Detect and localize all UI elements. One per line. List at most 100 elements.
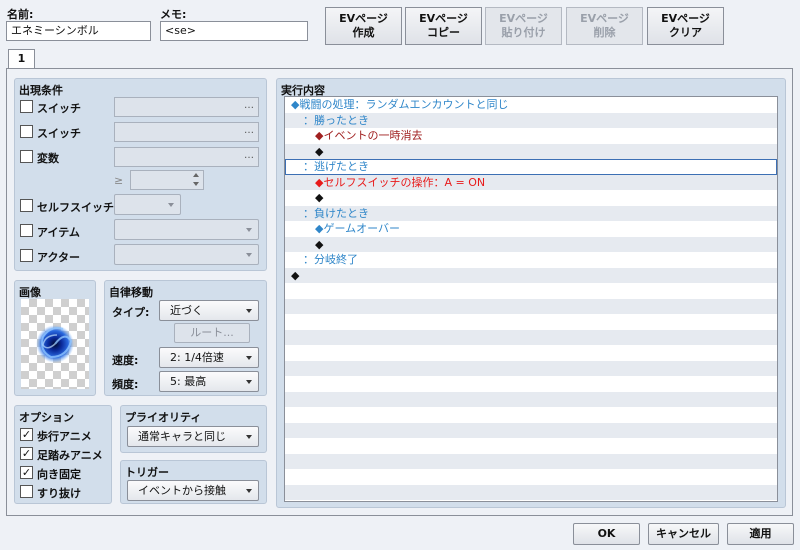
empty-row[interactable] [285, 453, 777, 469]
command-text: ：逃げたとき [303, 160, 369, 173]
frequency-select[interactable]: 5: 最高 [159, 371, 259, 392]
empty-row[interactable] [285, 407, 777, 423]
actor-select[interactable] [114, 244, 259, 265]
switch2-field[interactable]: … [114, 122, 259, 142]
chevron-down-icon [246, 356, 252, 360]
trigger-value: イベントから接触 [138, 484, 226, 497]
command-row[interactable]: ◆ゲームオーバー [285, 221, 777, 237]
option-label: すり抜け [37, 487, 81, 500]
command-text: ◆イベントの一時消去 [315, 129, 423, 142]
paste-page-button[interactable]: EVページ 貼り付け [485, 7, 562, 45]
speed-select[interactable]: 2: 1/4倍速 [159, 347, 259, 368]
create-page-button[interactable]: EVページ 作成 [325, 7, 402, 45]
variable-checkbox[interactable] [20, 150, 33, 163]
empty-row[interactable] [285, 469, 777, 485]
button-line2: コピー [427, 26, 460, 39]
variable-label: 変数 [37, 152, 59, 165]
button-line1: EVページ [419, 12, 468, 25]
chevron-down-icon [246, 489, 252, 493]
empty-row[interactable] [285, 345, 777, 361]
self-switch-checkbox[interactable] [20, 199, 33, 212]
variable-field[interactable]: … [114, 147, 259, 167]
cancel-button[interactable]: キャンセル [648, 523, 719, 545]
empty-row[interactable] [285, 391, 777, 407]
command-row[interactable]: ◆セルフスイッチの操作：A = ON [285, 174, 777, 190]
move-type-select[interactable]: 近づく [159, 300, 259, 321]
button-line1: EVページ [661, 12, 710, 25]
command-text: ◆ [315, 191, 324, 204]
command-row[interactable]: ◆ [285, 143, 777, 159]
command-text: ◆ [291, 268, 300, 282]
command-row[interactable]: ◆戦闘の処理：ランダムエンカウントと同じ [285, 97, 777, 113]
option-checkbox[interactable]: ✓ [20, 466, 33, 479]
option-checkbox[interactable]: ✓ [20, 428, 33, 441]
self-switch-select[interactable] [114, 194, 181, 215]
apply-button[interactable]: 適用 [727, 523, 794, 545]
empty-row[interactable] [285, 329, 777, 345]
speed-label: 速度: [112, 354, 139, 367]
ge-symbol: ≥ [114, 174, 124, 187]
switch1-field[interactable]: … [114, 97, 259, 117]
option-checkbox[interactable] [20, 485, 33, 498]
option-label: 向き固定 [37, 468, 81, 481]
actor-checkbox[interactable] [20, 249, 33, 262]
route-button[interactable]: ルート... [174, 323, 250, 343]
speed-value: 2: 1/4倍速 [170, 351, 224, 364]
ok-button[interactable]: OK [573, 523, 640, 545]
option-checkbox[interactable]: ✓ [20, 447, 33, 460]
item-select[interactable] [114, 219, 259, 240]
tab-page-1[interactable]: 1 [8, 49, 35, 69]
command-row[interactable]: ◆ [285, 190, 777, 206]
empty-row[interactable] [285, 422, 777, 438]
command-text: ◆ゲームオーバー [315, 222, 401, 235]
chevron-down-icon [246, 228, 252, 232]
empty-row[interactable] [285, 484, 777, 500]
memo-label: メモ: [160, 8, 187, 21]
command-row[interactable]: ：分岐終了 [285, 252, 777, 268]
button-line2: クリア [669, 26, 702, 39]
trigger-select[interactable]: イベントから接触 [127, 480, 259, 501]
variable-value-stepper[interactable] [130, 170, 204, 190]
copy-page-button[interactable]: EVページ コピー [405, 7, 482, 45]
command-row[interactable]: ◆ [285, 236, 777, 252]
command-text: ◆ [315, 237, 324, 251]
delete-page-button[interactable]: EVページ 削除 [566, 7, 643, 45]
empty-row[interactable] [285, 360, 777, 376]
button-line1: EVページ [339, 12, 388, 25]
button-line1: EVページ [580, 12, 629, 25]
name-label: 名前: [7, 8, 34, 21]
option-label: 足踏みアニメ [37, 449, 103, 462]
command-list[interactable]: ◆戦闘の処理：ランダムエンカウントと同じ ：勝ったとき ◆イベントの一時消去 ◆ ：逃げ… [284, 96, 778, 502]
command-row[interactable]: ：逃げたとき [285, 159, 777, 175]
empty-row[interactable] [285, 298, 777, 314]
button-line1: EVページ [499, 12, 548, 25]
command-row[interactable]: ◆イベントの一時消去 [285, 128, 777, 144]
command-row[interactable]: ：勝ったとき [285, 112, 777, 128]
memo-input[interactable]: <se> [160, 21, 308, 41]
option-label: 歩行アニメ [37, 430, 92, 443]
actor-label: アクター [37, 251, 81, 264]
event-image-preview[interactable] [21, 299, 89, 389]
empty-row[interactable] [285, 376, 777, 392]
item-checkbox[interactable] [20, 224, 33, 237]
switch1-checkbox[interactable] [20, 100, 33, 113]
empty-row[interactable] [285, 438, 777, 454]
empty-row[interactable] [285, 283, 777, 299]
command-row[interactable]: ◆ [285, 267, 777, 283]
command-row[interactable]: ：負けたとき [285, 205, 777, 221]
chevron-down-icon [168, 203, 174, 207]
priority-select[interactable]: 通常キャラと同じ [127, 426, 259, 447]
stepper-up-icon[interactable] [193, 173, 199, 177]
switch2-checkbox[interactable] [20, 125, 33, 138]
empty-row[interactable] [285, 314, 777, 330]
command-text: ：勝ったとき [303, 113, 369, 127]
chevron-down-icon [246, 253, 252, 257]
name-input[interactable]: エネミーシンボル [6, 21, 151, 41]
stepper-down-icon[interactable] [193, 182, 199, 186]
switch2-label: スイッチ [37, 127, 81, 140]
frequency-value: 5: 最高 [170, 375, 207, 388]
clear-page-button[interactable]: EVページ クリア [647, 7, 724, 45]
command-text: ：負けたとき [303, 206, 369, 220]
trigger-title: トリガー [125, 466, 169, 479]
button-line2: 削除 [593, 26, 616, 39]
